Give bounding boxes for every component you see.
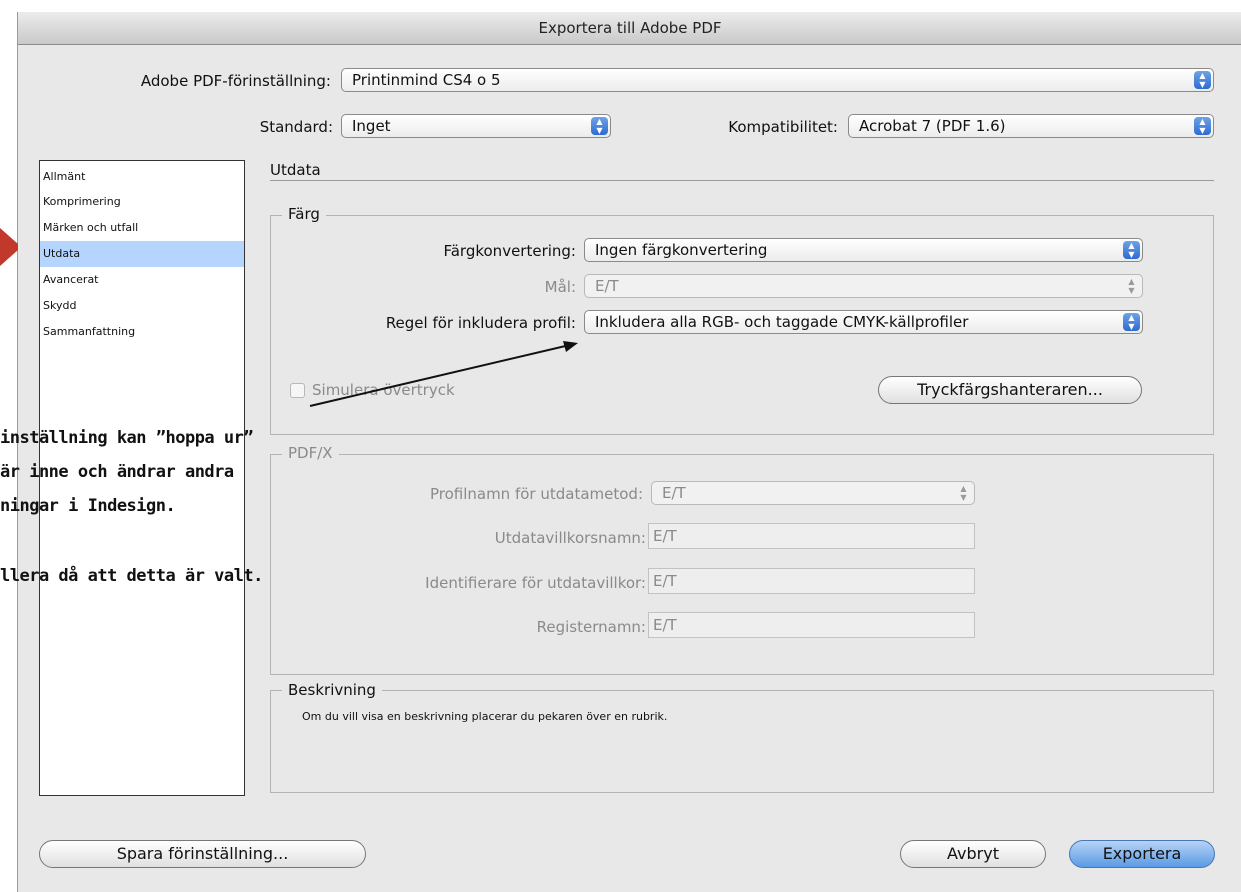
annotation-red-arrow-icon — [0, 228, 18, 266]
annotation-arrow-line — [309, 343, 575, 407]
annotation-line-5: llera då att detta är valt. — [0, 566, 263, 586]
annotation-line-2: är inne och ändrar andra — [0, 462, 234, 482]
annotation-arrowhead-icon — [563, 341, 578, 352]
annotation-line-3: ningar i Indesign. — [0, 496, 176, 516]
annotation-line-1: inställning kan ”hoppa ur” — [0, 428, 254, 448]
